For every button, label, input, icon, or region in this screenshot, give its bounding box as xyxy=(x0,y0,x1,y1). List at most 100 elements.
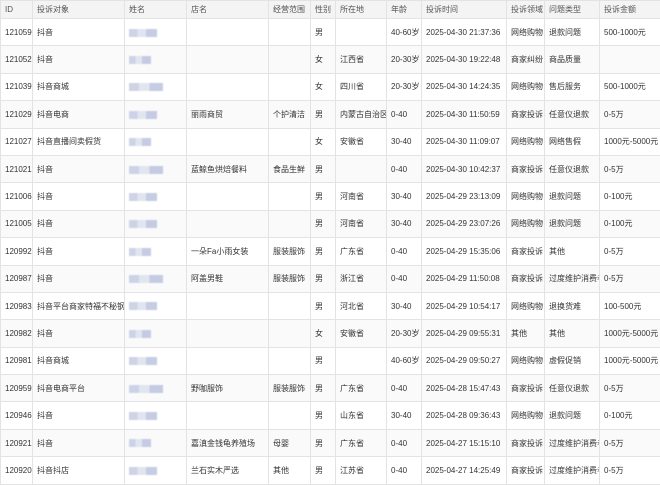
cell-location xyxy=(336,155,387,182)
table-row[interactable]: 121052抖音女江西省20-30岁2025-04-30 19:22:48商家纠… xyxy=(1,46,660,73)
cell-id: 120920 xyxy=(1,457,33,484)
cell-target: 抖音 xyxy=(33,429,125,456)
cell-name-redacted xyxy=(125,457,187,484)
cell-amount: 1000元-5000元 xyxy=(600,320,660,347)
cell-age: 40-60岁 xyxy=(387,347,422,374)
cell-gender: 男 xyxy=(311,101,336,128)
table-row[interactable]: 121027抖音直播间卖假货女安徽省30-402025-04-30 11:09:… xyxy=(1,128,660,155)
cell-time: 2025-04-27 14:25:49 xyxy=(422,457,507,484)
table-row[interactable]: 120982抖音女安徽省20-30岁2025-04-29 09:55:31其他其… xyxy=(1,320,660,347)
table-row[interactable]: 120983抖音平台商家特福不秘钢男河北省30-402025-04-29 10:… xyxy=(1,292,660,319)
table-row[interactable]: 121021抖音蓝鲸鱼烘焙餐料食品生鲜男0-402025-04-30 10:42… xyxy=(1,155,660,182)
redacted-name xyxy=(129,193,157,201)
cell-target: 抖音 xyxy=(33,320,125,347)
cell-name-redacted xyxy=(125,210,187,237)
cell-issue: 退款问题 xyxy=(545,210,600,237)
cell-gender: 男 xyxy=(311,429,336,456)
cell-gender: 男 xyxy=(311,19,336,46)
table-row[interactable]: 120920抖音抖店兰石实木严选其他男江苏省0-402025-04-27 14:… xyxy=(1,457,660,484)
cell-shop xyxy=(187,46,269,73)
cell-age: 0-40 xyxy=(387,265,422,292)
cell-age: 30-40 xyxy=(387,128,422,155)
cell-amount: 1000元-5000元 xyxy=(600,128,660,155)
table-row[interactable]: 121059抖音男40-60岁2025-04-30 21:37:36网络购物退款… xyxy=(1,19,660,46)
cell-name-redacted xyxy=(125,183,187,210)
cell-target: 抖音 xyxy=(33,183,125,210)
cell-location: 广东省 xyxy=(336,375,387,402)
cell-amount: 0-5万 xyxy=(600,101,660,128)
column-header[interactable]: 所在地 xyxy=(336,1,387,19)
table-row[interactable]: 120987抖音阿盖男鞋服装服饰男浙江省0-402025-04-29 11:50… xyxy=(1,265,660,292)
cell-location: 四川省 xyxy=(336,73,387,100)
cell-name-redacted xyxy=(125,320,187,347)
column-header[interactable]: 投诉时间 xyxy=(422,1,507,19)
cell-shop: 嘉滇金钱龟养殖场 xyxy=(187,429,269,456)
column-header[interactable]: 问题类型 xyxy=(545,1,600,19)
cell-id: 120992 xyxy=(1,238,33,265)
cell-issue: 商品质量 xyxy=(545,46,600,73)
cell-issue: 过度维护消费者 xyxy=(545,457,600,484)
column-header[interactable]: 投诉对象 xyxy=(33,1,125,19)
column-header[interactable]: 经营范围 xyxy=(269,1,311,19)
column-header[interactable]: 投诉领域 xyxy=(507,1,545,19)
cell-amount: 100-500元 xyxy=(600,292,660,319)
cell-scope: 母婴 xyxy=(269,429,311,456)
cell-target: 抖音电商平台 xyxy=(33,375,125,402)
cell-domain: 商家投诉 xyxy=(507,155,545,182)
cell-time: 2025-04-27 15:15:10 xyxy=(422,429,507,456)
cell-amount: 0-100元 xyxy=(600,402,660,429)
cell-amount: 0-5万 xyxy=(600,457,660,484)
cell-gender: 男 xyxy=(311,183,336,210)
cell-age: 0-40 xyxy=(387,375,422,402)
column-header[interactable]: 姓名 xyxy=(125,1,187,19)
column-header[interactable]: 性别 xyxy=(311,1,336,19)
cell-shop: 阿盖男鞋 xyxy=(187,265,269,292)
cell-location: 安徽省 xyxy=(336,320,387,347)
table-row[interactable]: 120921抖音嘉滇金钱龟养殖场母婴男广东省0-402025-04-27 15:… xyxy=(1,429,660,456)
cell-gender: 男 xyxy=(311,375,336,402)
cell-domain: 商家投诉 xyxy=(507,375,545,402)
table-row[interactable]: 121005抖音男河南省30-402025-04-29 23:07:26网络购物… xyxy=(1,210,660,237)
table-row[interactable]: 120981抖音商城男40-60岁2025-04-29 09:50:27网络购物… xyxy=(1,347,660,374)
table-row[interactable]: 121029抖音电商丽雨商贸个护清洁男内蒙古自治区0-402025-04-30 … xyxy=(1,101,660,128)
redacted-name xyxy=(129,467,157,475)
cell-location: 广东省 xyxy=(336,238,387,265)
cell-gender: 男 xyxy=(311,347,336,374)
cell-scope: 其他 xyxy=(269,457,311,484)
table-row[interactable]: 121006抖音男河南省30-402025-04-29 23:13:09网络购物… xyxy=(1,183,660,210)
cell-domain: 商家投诉 xyxy=(507,238,545,265)
cell-shop xyxy=(187,73,269,100)
cell-location: 河北省 xyxy=(336,292,387,319)
cell-issue: 退款问题 xyxy=(545,402,600,429)
column-header[interactable]: 店名 xyxy=(187,1,269,19)
cell-id: 121052 xyxy=(1,46,33,73)
cell-time: 2025-04-29 09:55:31 xyxy=(422,320,507,347)
cell-id: 121005 xyxy=(1,210,33,237)
cell-scope xyxy=(269,402,311,429)
cell-time: 2025-04-28 09:36:43 xyxy=(422,402,507,429)
cell-id: 120946 xyxy=(1,402,33,429)
table-row[interactable]: 121039抖音商城女四川省20-30岁2025-04-30 14:24:35网… xyxy=(1,73,660,100)
cell-age: 20-30岁 xyxy=(387,320,422,347)
cell-shop: 一朵Fa小雨女装 xyxy=(187,238,269,265)
cell-domain: 商家投诉 xyxy=(507,457,545,484)
cell-scope xyxy=(269,347,311,374)
redacted-name xyxy=(129,220,157,228)
cell-age: 30-40 xyxy=(387,210,422,237)
cell-shop: 兰石实木严选 xyxy=(187,457,269,484)
cell-time: 2025-04-29 23:13:09 xyxy=(422,183,507,210)
cell-age: 20-30岁 xyxy=(387,46,422,73)
cell-amount: 0-5万 xyxy=(600,265,660,292)
table-row[interactable]: 120992抖音一朵Fa小雨女装服装服饰男广东省0-402025-04-29 1… xyxy=(1,238,660,265)
cell-issue: 退换货难 xyxy=(545,292,600,319)
cell-location: 江苏省 xyxy=(336,457,387,484)
table-row[interactable]: 120946抖音男山东省30-402025-04-28 09:36:43网络购物… xyxy=(1,402,660,429)
cell-age: 0-40 xyxy=(387,101,422,128)
cell-shop: 蓝鲸鱼烘焙餐料 xyxy=(187,155,269,182)
table-row[interactable]: 120959抖音电商平台野咖服饰服装服饰男广东省0-402025-04-28 1… xyxy=(1,375,660,402)
cell-time: 2025-04-30 11:09:07 xyxy=(422,128,507,155)
column-header[interactable]: ID xyxy=(1,1,33,19)
column-header[interactable]: 投诉金额 xyxy=(600,1,660,19)
column-header[interactable]: 年龄 xyxy=(387,1,422,19)
cell-scope xyxy=(269,73,311,100)
